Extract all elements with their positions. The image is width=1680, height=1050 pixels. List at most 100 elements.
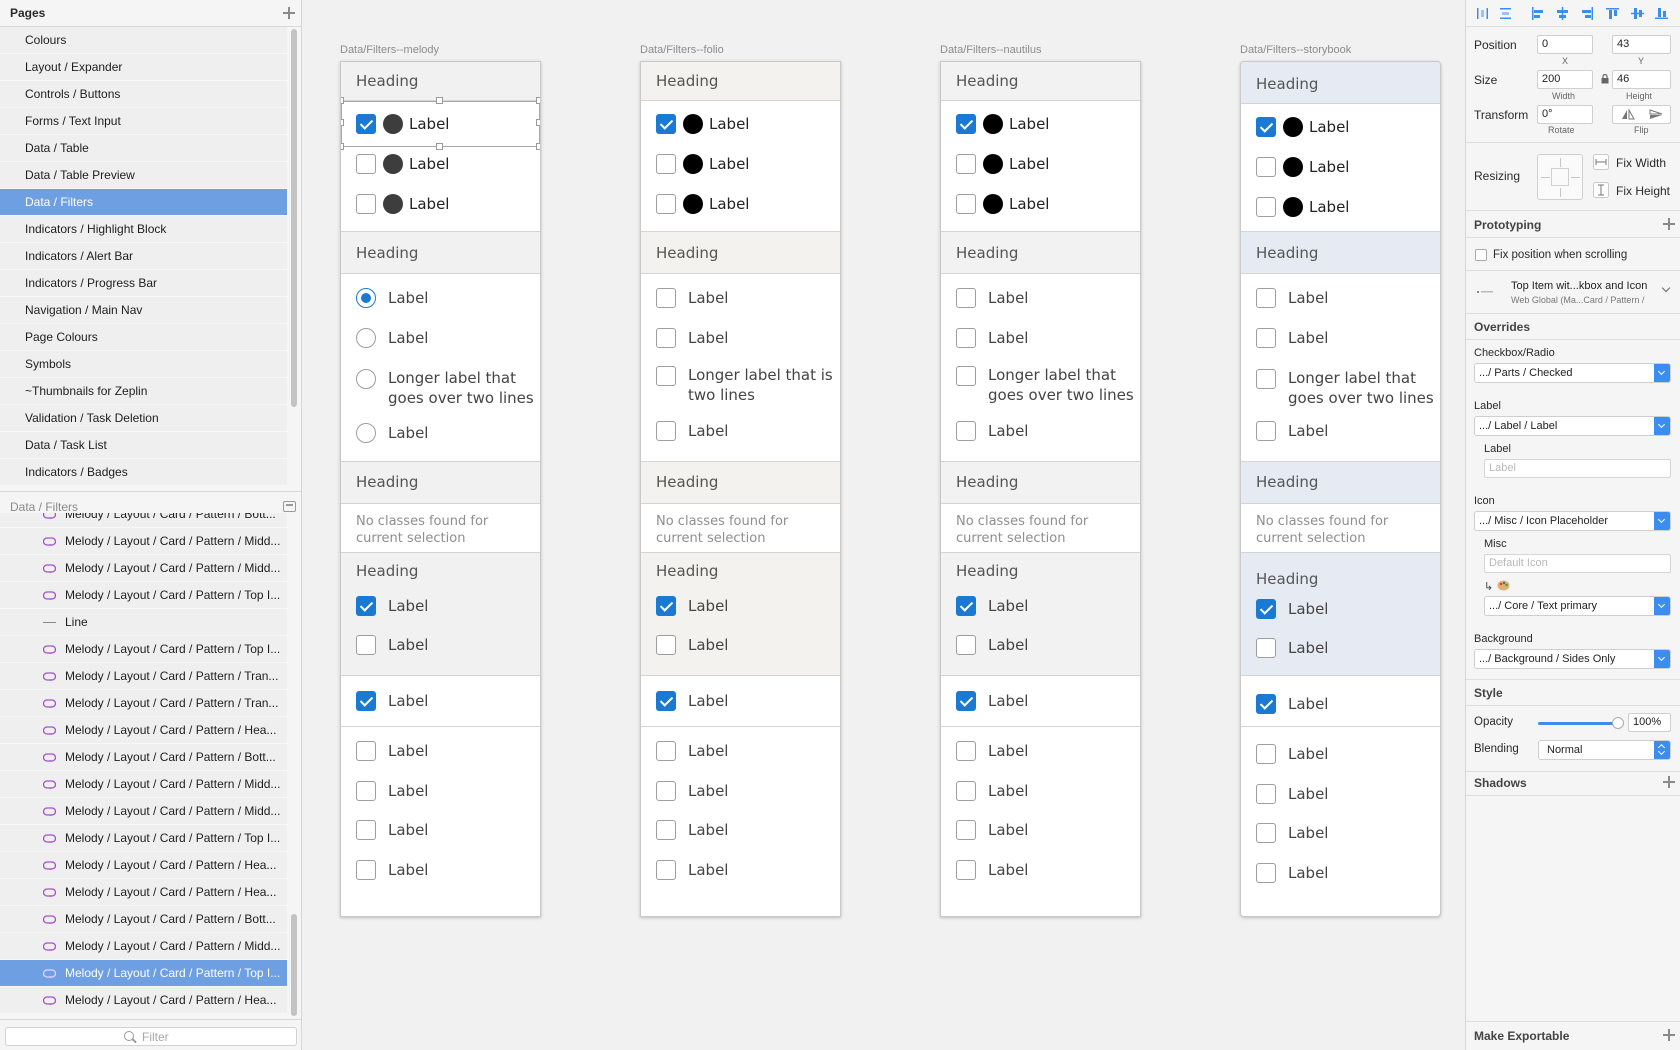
checkbox-icon[interactable] — [956, 781, 976, 801]
filter-option[interactable]: Label — [956, 631, 1028, 659]
layers-scroll-thumb[interactable] — [291, 914, 297, 1016]
flip-horizontal-icon[interactable] — [1621, 109, 1635, 120]
checkbox-icon[interactable] — [656, 741, 676, 761]
checkbox-icon[interactable] — [356, 635, 376, 655]
filter-option[interactable]: Label — [1256, 859, 1328, 887]
filter-option[interactable]: Label — [1256, 193, 1349, 221]
page-item[interactable]: Validation / Task Deletion — [0, 405, 287, 432]
filter-option-long[interactable]: Longer label that goes over two lines — [956, 365, 1140, 405]
filter-option[interactable]: Label — [656, 324, 728, 352]
filter-option[interactable]: Label — [956, 417, 1028, 445]
filter-option[interactable]: Label — [356, 190, 449, 218]
checkbox-icon[interactable] — [656, 288, 676, 308]
filter-option[interactable]: Label — [956, 150, 1049, 178]
checkbox-icon[interactable] — [656, 194, 676, 214]
chevron-down-icon[interactable] — [1661, 283, 1671, 293]
filter-option[interactable]: Label — [956, 592, 1028, 620]
filter-card[interactable]: Heading Label Label Label Heading Label Label L… — [940, 61, 1141, 917]
resize-handle[interactable] — [436, 143, 443, 150]
checkbox-icon[interactable] — [656, 820, 676, 840]
page-item[interactable]: Symbols — [0, 351, 287, 378]
checkbox-icon[interactable] — [1256, 369, 1276, 389]
filter-option[interactable]: Label — [656, 816, 728, 844]
checkbox-radio-dropdown[interactable]: .../ Parts / Checked — [1474, 363, 1671, 383]
layer-item[interactable]: Melody / Layout / Card / Pattern / Hea..… — [0, 879, 287, 906]
layer-item[interactable]: Melody / Layout / Card / Pattern / Top I… — [0, 825, 287, 852]
filter-option[interactable]: Label — [356, 737, 428, 765]
filter-card[interactable]: Heading Label Label Label Heading Label Label L… — [1240, 61, 1441, 917]
filter-option[interactable]: Label — [356, 284, 428, 312]
filter-option[interactable]: Label — [356, 150, 449, 178]
filter-option[interactable]: Label — [956, 777, 1028, 805]
align-bottom-icon[interactable] — [1655, 7, 1668, 20]
checkbox-icon[interactable] — [1256, 288, 1276, 308]
label-text-field[interactable]: Label — [1484, 459, 1671, 478]
filter-option[interactable]: Label — [656, 417, 728, 445]
symbol-row[interactable]: Top Item wit...kbox and Icon Web Global … — [1466, 273, 1680, 311]
align-top-icon[interactable] — [1606, 7, 1619, 20]
filter-input[interactable]: Filter — [5, 1027, 297, 1046]
filter-option[interactable]: Label — [356, 419, 428, 447]
icon-dropdown[interactable]: .../ Misc / Icon Placeholder — [1474, 511, 1671, 531]
filter-option[interactable]: Label — [656, 284, 728, 312]
checkbox-icon[interactable] — [956, 860, 976, 880]
layer-item[interactable]: Melody / Layout / Card / Pattern / Hea..… — [0, 717, 287, 744]
filter-option[interactable]: Label — [1256, 634, 1328, 662]
opacity-slider[interactable] — [1538, 722, 1618, 725]
checkbox-icon[interactable] — [956, 820, 976, 840]
filter-card[interactable]: Heading Label Label Label Heading Label Label L… — [340, 61, 541, 917]
resize-handle[interactable] — [341, 97, 344, 104]
checkbox-icon[interactable] — [356, 154, 376, 174]
layer-item[interactable]: Melody / Layout / Card / Pattern / Bott.… — [0, 906, 287, 933]
checkbox-icon[interactable] — [656, 154, 676, 174]
page-item[interactable]: Data / Table — [0, 135, 287, 162]
filter-option[interactable]: Label — [656, 631, 728, 659]
filter-option[interactable]: Label — [1256, 417, 1328, 445]
artboard-label[interactable]: Data/Filters--nautilus — [940, 44, 1041, 56]
page-item[interactable]: Data / Table Preview — [0, 162, 287, 189]
filter-option[interactable]: Label — [956, 856, 1028, 884]
checkbox-icon[interactable] — [956, 741, 976, 761]
distribute-horizontal-icon[interactable] — [1476, 7, 1489, 20]
checkbox-icon[interactable] — [1256, 784, 1276, 804]
layer-item[interactable]: Melody / Layout / Card / Pattern / Tran.… — [0, 690, 287, 717]
checkbox-checked-icon[interactable] — [656, 114, 676, 134]
checkbox-icon[interactable] — [1256, 157, 1276, 177]
filter-option[interactable]: Label — [356, 816, 428, 844]
filter-card[interactable]: Heading Label Label Label Heading Label Label L… — [640, 61, 841, 917]
core-text-dropdown[interactable]: .../ Core / Text primary — [1484, 596, 1671, 616]
filter-option[interactable]: Label — [1256, 740, 1328, 768]
filter-option[interactable]: Label — [656, 592, 728, 620]
filter-option[interactable]: Label — [656, 687, 728, 715]
checkbox-icon[interactable] — [1256, 421, 1276, 441]
filter-option[interactable]: Label — [1256, 595, 1328, 623]
checkbox-icon[interactable] — [1256, 197, 1276, 217]
layers-scrollbar[interactable] — [289, 514, 299, 1016]
checkbox-icon[interactable] — [956, 366, 976, 386]
checkbox-icon[interactable] — [356, 781, 376, 801]
add-prototyping-icon[interactable] — [1663, 218, 1675, 230]
layer-item[interactable]: Melody / Layout / Card / Pattern / Top I… — [0, 582, 287, 609]
checkbox-checked-icon[interactable] — [356, 596, 376, 616]
align-left-icon[interactable] — [1531, 7, 1544, 20]
layer-item[interactable]: Melody / Layout / Card / Pattern / Midd.… — [0, 798, 287, 825]
distribute-vertical-icon[interactable] — [1499, 7, 1512, 20]
checkbox-icon[interactable] — [1256, 328, 1276, 348]
height-field[interactable]: 46 — [1612, 70, 1671, 89]
checkbox-icon[interactable] — [956, 288, 976, 308]
checkbox-checked-icon[interactable] — [656, 691, 676, 711]
page-item[interactable]: Page Colours — [0, 324, 287, 351]
misc-text-field[interactable]: Default Icon — [1484, 554, 1671, 573]
resize-handle[interactable] — [536, 119, 540, 126]
position-y-field[interactable]: 43 — [1612, 35, 1671, 54]
checkbox-icon[interactable] — [656, 860, 676, 880]
resize-handle[interactable] — [436, 97, 443, 104]
rotate-field[interactable]: 0° — [1537, 105, 1593, 124]
checkbox-checked-icon[interactable] — [956, 114, 976, 134]
collapse-icon[interactable] — [283, 501, 296, 512]
checkbox-checked-icon[interactable] — [1256, 694, 1276, 714]
filter-option[interactable]: Label — [1256, 113, 1349, 141]
resize-handle[interactable] — [341, 143, 344, 150]
align-middle-icon[interactable] — [1631, 7, 1644, 20]
layer-item[interactable]: Melody / Layout / Card / Pattern / Hea..… — [0, 987, 287, 1014]
